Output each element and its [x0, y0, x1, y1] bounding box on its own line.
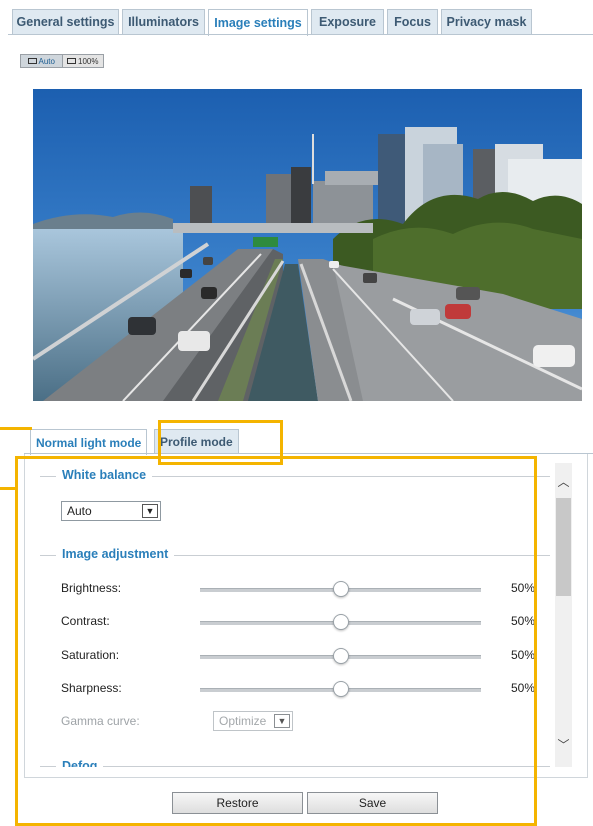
tab-exposure[interactable]: Exposure — [311, 9, 384, 34]
tab-focus[interactable]: Focus — [387, 9, 438, 34]
settings-scrollbar[interactable]: ︿ ﹀ — [555, 463, 572, 767]
settings-highlight — [15, 456, 537, 826]
tab-normal-light-mode[interactable]: Normal light mode — [30, 429, 147, 455]
zoom-auto-label: Auto — [38, 56, 55, 66]
zoom-toggle: Auto 100% — [20, 54, 104, 68]
chevron-up-icon[interactable]: ︿ — [555, 473, 572, 490]
chevron-down-icon[interactable]: ﹀ — [555, 736, 572, 753]
scrollbar-thumb[interactable] — [556, 498, 571, 596]
zoom-100-button[interactable]: 100% — [63, 55, 104, 67]
highlight-callout-line — [0, 487, 18, 490]
tab-privacy-mask[interactable]: Privacy mask — [441, 9, 532, 34]
highlight-callout-line — [0, 427, 32, 430]
tab-general-settings[interactable]: General settings — [12, 9, 119, 34]
zoom-100-label: 100% — [78, 56, 99, 66]
camera-live-view[interactable] — [33, 89, 582, 401]
fit-icon — [27, 58, 37, 64]
tab-image-settings[interactable]: Image settings — [208, 9, 308, 36]
actual-size-icon — [67, 58, 77, 64]
zoom-auto-button[interactable]: Auto — [21, 55, 63, 67]
tab-divider — [8, 34, 593, 35]
tab-illuminators[interactable]: Illuminators — [122, 9, 205, 34]
